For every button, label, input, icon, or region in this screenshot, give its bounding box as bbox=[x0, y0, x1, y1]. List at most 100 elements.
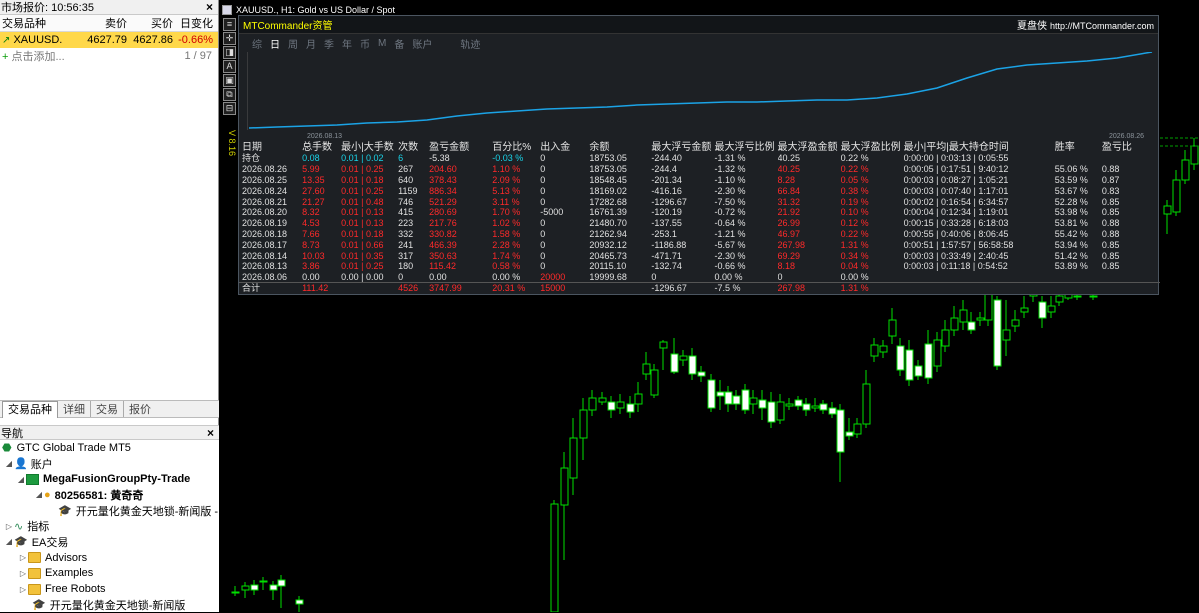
candle-body bbox=[749, 397, 758, 405]
track-tab[interactable]: 轨迹 bbox=[460, 36, 480, 51]
col-ask[interactable]: 买价 bbox=[127, 15, 173, 31]
mtcommander-brand[interactable]: MTCommander资管 bbox=[243, 17, 332, 32]
candle-body bbox=[579, 409, 588, 439]
text-icon[interactable]: A bbox=[223, 60, 236, 73]
stats-cell: 66.84 bbox=[777, 185, 801, 196]
tree-account-login[interactable]: ◢ ● 80256581: 黄奇奇 bbox=[0, 487, 219, 503]
symbol-row-xauusd[interactable]: ↗ XAUUSD. 4627.79 4627.86 -0.66% bbox=[0, 32, 218, 48]
tree-ea-item[interactable]: 🎓 开元量化黄金天地锁-新闻版 bbox=[0, 597, 219, 613]
stats-cell: 15000 bbox=[540, 282, 590, 294]
period-tab[interactable]: 年 bbox=[342, 36, 352, 51]
close-icon[interactable]: × bbox=[207, 426, 214, 440]
crosshair-icon[interactable]: ✛ bbox=[223, 32, 236, 45]
stats-cell: 27.60 bbox=[302, 185, 325, 196]
shape-icon[interactable]: ◨ bbox=[223, 46, 236, 59]
stats-cell: 2026.08.20 bbox=[242, 207, 288, 218]
stats-cell: 0.22 % bbox=[840, 228, 869, 239]
tab-details[interactable]: 详细 bbox=[58, 401, 91, 417]
stats-cell: 0.12 % bbox=[840, 218, 869, 229]
stats-cell: 0.05 % bbox=[840, 174, 869, 185]
expand-icon[interactable]: ◢ bbox=[4, 537, 14, 546]
tab-trading[interactable]: 交易 bbox=[91, 401, 124, 417]
candle-body bbox=[1190, 145, 1199, 165]
hat-icon: 🎓 bbox=[14, 536, 28, 549]
stats-cell: 0 bbox=[540, 185, 546, 196]
candle-body bbox=[984, 291, 993, 321]
stats-cell: 0:00:15 | 0:33:28 | 6:18:03 bbox=[903, 218, 1009, 229]
stats-cell: 13.35 bbox=[302, 174, 325, 185]
candle-body bbox=[924, 343, 933, 379]
stats-cell: 0.00 % bbox=[714, 271, 743, 282]
candle-body bbox=[976, 317, 985, 321]
stats-cell: 640 bbox=[398, 174, 414, 185]
tree-indicators[interactable]: ▷ ∿ 指标 bbox=[0, 518, 219, 534]
stats-cell: 20.31 % bbox=[492, 282, 541, 294]
tab-ticks[interactable]: 报价 bbox=[124, 401, 156, 417]
period-tab[interactable]: M bbox=[378, 38, 386, 49]
chart-title: XAUUSD., H1: Gold vs US Dollar / Spot bbox=[236, 4, 396, 15]
tree-account-company[interactable]: ◢ MegaFusionGroupPty-Trade bbox=[0, 471, 219, 487]
expand-icon[interactable]: ▷ bbox=[18, 569, 28, 578]
period-tab[interactable]: 币 bbox=[360, 36, 370, 51]
period-tab[interactable]: 综 bbox=[252, 36, 262, 51]
period-icon[interactable]: ▣ bbox=[223, 74, 236, 87]
candle-body bbox=[933, 339, 942, 367]
window-icon[interactable]: ⊟ bbox=[223, 102, 236, 115]
col-bid[interactable]: 卖价 bbox=[80, 15, 127, 31]
stats-cell: 18753.05 bbox=[589, 164, 627, 175]
stats-cell: 223 bbox=[398, 218, 414, 229]
expand-icon[interactable]: ◢ bbox=[16, 475, 26, 484]
stats-cell: -0.03 % bbox=[492, 153, 524, 164]
tree-folder-free-robots[interactable]: ▷ Free Robots bbox=[0, 581, 219, 597]
site-link[interactable]: http://MTCommander.com bbox=[1050, 21, 1154, 31]
stats-cell: 18753.05 bbox=[589, 153, 627, 164]
col-change[interactable]: 日变化 bbox=[173, 15, 217, 31]
ea-item-label: 开元量化黄金天地锁-新闻版 bbox=[49, 599, 186, 612]
stats-cell: -416.16 bbox=[651, 185, 682, 196]
stats-total-row: 合计 111.42 4526 3747.99 20.31 % 15000 -1296.67-… bbox=[239, 282, 1160, 294]
stats-cell: -5000 bbox=[540, 207, 564, 218]
expand-icon[interactable]: ◢ bbox=[4, 459, 14, 468]
hat-icon: 🎓 bbox=[32, 599, 46, 612]
stats-cell: 21480.70 bbox=[589, 218, 627, 229]
add-symbol-row[interactable]: + 点击添加... 1 / 97 bbox=[0, 48, 218, 64]
period-tab[interactable]: 周 bbox=[288, 36, 298, 51]
account-login: 80256581: 黄奇奇 bbox=[54, 489, 144, 502]
close-icon[interactable]: × bbox=[206, 0, 213, 14]
period-tab[interactable]: 月 bbox=[306, 36, 316, 51]
tree-folder-examples[interactable]: ▷ Examples bbox=[0, 566, 219, 582]
accounts-icon: 👤 bbox=[14, 458, 28, 471]
tree-ea[interactable]: ◢ 🎓 EA交易 bbox=[0, 534, 219, 550]
candle-body bbox=[1163, 205, 1172, 215]
expand-icon[interactable]: ▷ bbox=[18, 585, 28, 594]
tab-symbols[interactable]: 交易品种 bbox=[2, 400, 58, 418]
expand-icon[interactable]: ▷ bbox=[4, 522, 14, 531]
stats-row: 2026.08.19 4.53 0.01 | 0.13 223 217.76 1.02 %… bbox=[239, 218, 1160, 229]
stats-cell: 3747.99 bbox=[429, 282, 493, 294]
tree-root[interactable]: ⬣ GTC Global Trade MT5 bbox=[0, 440, 219, 456]
stats-cell: 267 bbox=[398, 164, 414, 175]
period-tab[interactable]: 季 bbox=[324, 36, 334, 51]
tree-account-ea[interactable]: 🎓 开元量化黄金天地锁-新闻版 - X bbox=[0, 503, 228, 519]
chart-window[interactable]: XAUUSD., H1: Gold vs US Dollar / Spot ≡ … bbox=[220, 0, 1199, 612]
stats-cell: 20115.10 bbox=[589, 261, 627, 272]
stats-cell: 21.27 bbox=[302, 196, 325, 207]
col-symbol[interactable]: 交易品种 bbox=[0, 15, 80, 31]
stats-cell: -132.74 bbox=[651, 261, 682, 272]
market-watch-title-bar[interactable]: 市场报价: 10:56:35 × bbox=[0, 0, 218, 15]
stats-cell: 0.22 % bbox=[840, 164, 869, 175]
template-icon[interactable]: ⧉ bbox=[223, 88, 236, 101]
period-tab[interactable]: 备 bbox=[394, 36, 404, 51]
period-tab[interactable]: 账户 bbox=[412, 36, 432, 51]
tree-folder-advisors[interactable]: ▷ Advisors bbox=[0, 550, 219, 566]
stats-cell: 1.31 % bbox=[840, 282, 904, 294]
stats-cell: 2.09 % bbox=[492, 174, 521, 185]
navigator-title-bar[interactable]: 导航 × bbox=[0, 425, 219, 440]
period-tab[interactable]: 日 bbox=[270, 36, 280, 51]
stats-cell: 4.53 bbox=[302, 218, 320, 229]
menu-icon[interactable]: ≡ bbox=[223, 18, 236, 31]
tree-accounts[interactable]: ◢ 👤 账户 bbox=[0, 456, 219, 472]
expand-icon[interactable]: ◢ bbox=[34, 490, 44, 499]
stats-cell: 0.01 | 0.48 bbox=[341, 196, 384, 207]
expand-icon[interactable]: ▷ bbox=[18, 553, 28, 562]
